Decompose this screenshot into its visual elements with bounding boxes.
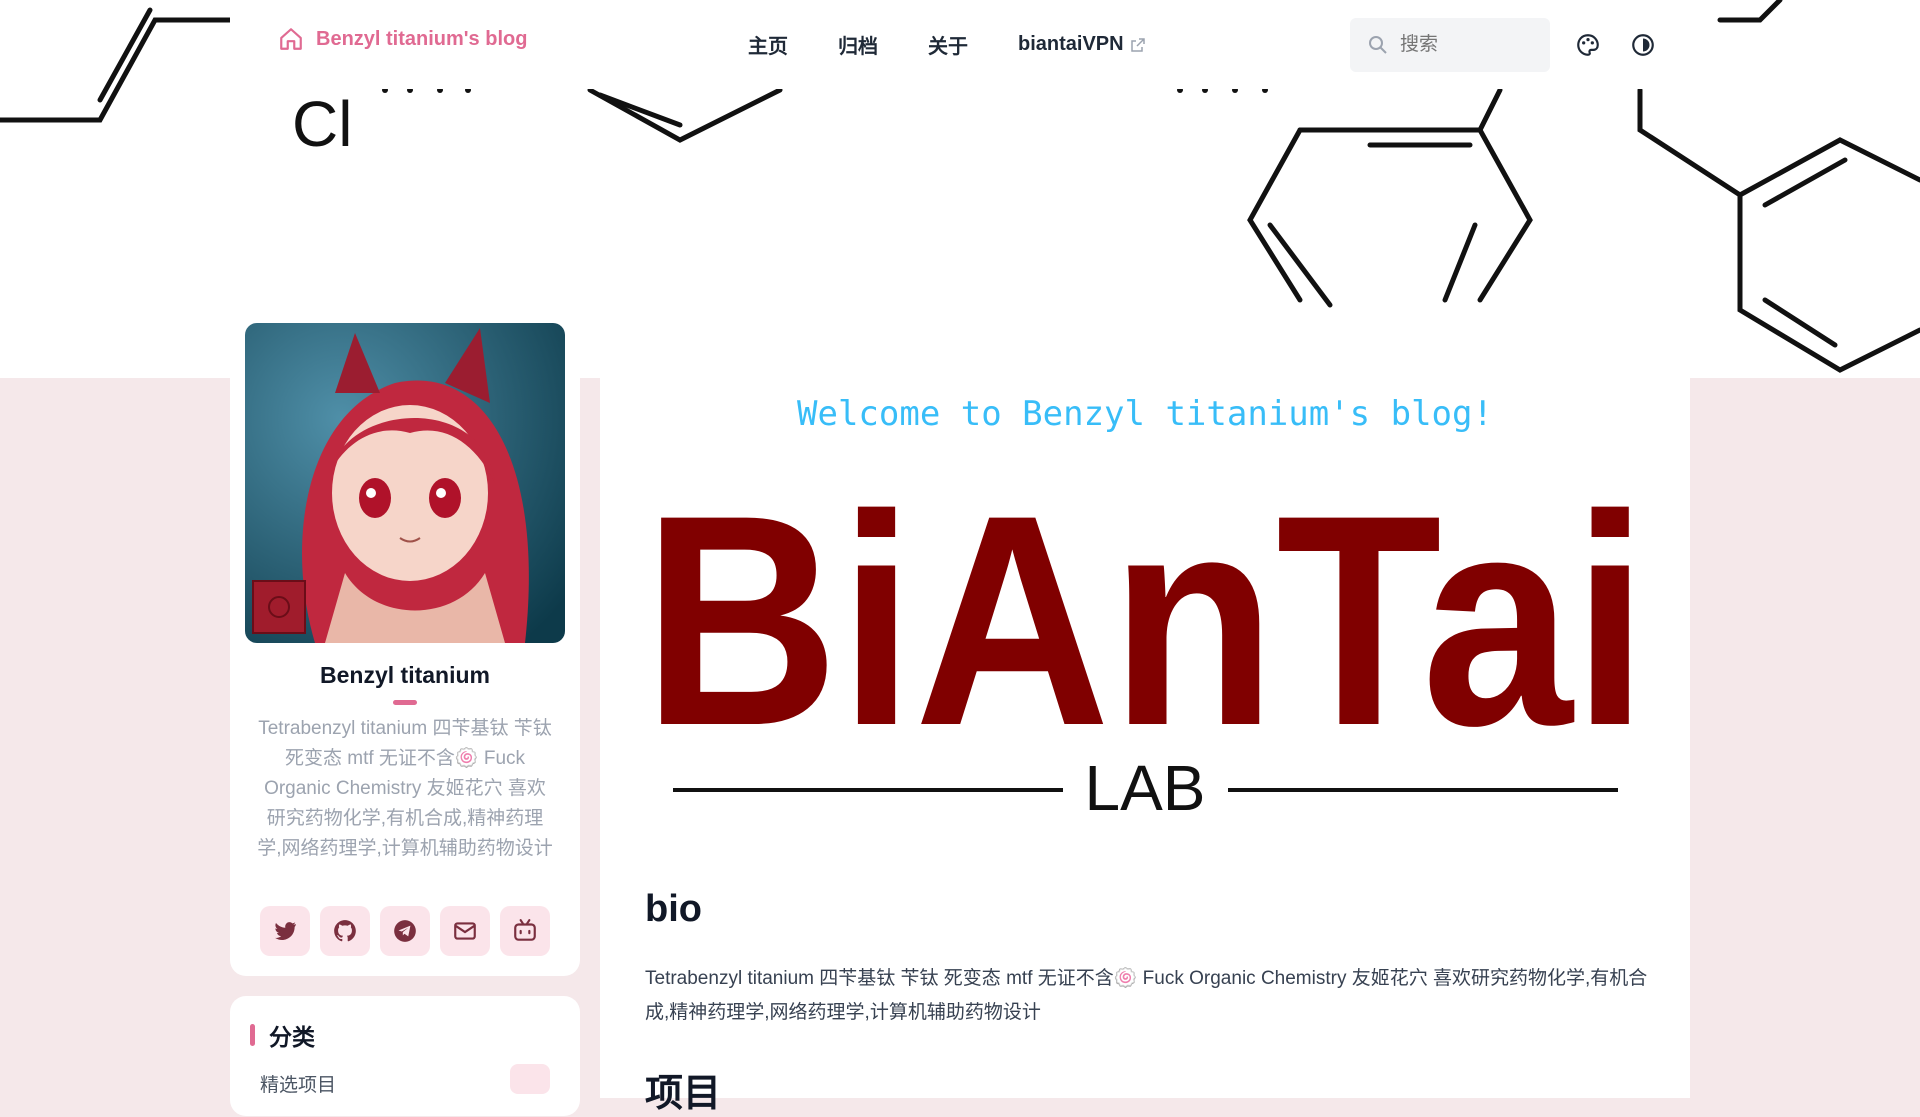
nav-home[interactable]: 主页 xyxy=(748,30,788,59)
nav-about[interactable]: 关于 xyxy=(928,30,968,59)
avatar[interactable] xyxy=(245,323,565,643)
name-divider xyxy=(393,700,417,705)
dark-mode-toggle-icon[interactable] xyxy=(1630,32,1656,58)
nav-vpn-label: biantaiVPN xyxy=(1018,33,1124,55)
mail-button[interactable] xyxy=(440,906,490,956)
avatar-illustration xyxy=(245,323,565,643)
home-icon xyxy=(280,28,302,50)
projects-heading: 项目 xyxy=(645,1073,722,1115)
logo-subtitle: LAB xyxy=(1085,752,1206,818)
logo-text: BiAnTai xyxy=(643,498,1648,788)
search-box[interactable] xyxy=(1350,18,1550,72)
bio-heading: bio xyxy=(645,888,702,930)
search-input[interactable] xyxy=(1398,33,1542,57)
heading-accent-bar xyxy=(250,1024,255,1046)
biantai-lab-logo: BiAnTai LAB xyxy=(643,498,1648,818)
category-item[interactable]: 精选项目 xyxy=(260,1070,336,1097)
telegram-button[interactable] xyxy=(380,906,430,956)
author-name: Benzyl titanium xyxy=(320,662,490,688)
category-card: 分类 精选项目 xyxy=(230,996,580,1116)
main-content: Welcome to Benzyl titanium's blog! BiAnT… xyxy=(600,378,1690,1115)
search-icon xyxy=(1369,36,1387,54)
nav-vpn-link[interactable]: biantaiVPN xyxy=(1018,30,1146,59)
nav-menu: 主页 归档 关于 biantaiVPN xyxy=(748,30,1146,59)
bilibili-button[interactable] xyxy=(500,906,550,956)
social-links xyxy=(260,906,550,956)
github-icon xyxy=(334,920,356,942)
nav-archive[interactable]: 归档 xyxy=(838,30,878,59)
bilibili-icon xyxy=(514,919,536,941)
category-title: 分类 xyxy=(269,1024,315,1050)
github-button[interactable] xyxy=(320,906,370,956)
bio-text: Tetrabenzyl titanium 四苄基钛 苄钛 死变态 mtf 无证不… xyxy=(645,968,1648,1023)
external-link-icon xyxy=(1130,37,1145,52)
brand-title: Benzyl titanium's blog xyxy=(316,27,528,50)
category-count-badge xyxy=(510,1064,550,1094)
top-navbar: Benzyl titanium's blog 主页 归档 关于 biantaiV… xyxy=(230,0,1690,89)
mail-icon xyxy=(454,922,476,940)
twitter-icon xyxy=(275,922,296,941)
author-bio: Tetrabenzyl titanium 四苄基钛 苄钛 死变态 mtf 无证不… xyxy=(257,718,553,859)
category-heading: 分类 xyxy=(250,1018,315,1052)
brand-link[interactable]: Benzyl titanium's blog xyxy=(278,26,527,52)
telegram-icon xyxy=(394,920,416,942)
welcome-text: Welcome to Benzyl titanium's blog! xyxy=(797,394,1493,434)
profile-card: Benzyl titanium Tetrabenzyl titanium 四苄基… xyxy=(230,308,580,976)
chlorine-label: Cl xyxy=(292,88,352,160)
twitter-button[interactable] xyxy=(260,906,310,956)
palette-icon[interactable] xyxy=(1575,32,1601,58)
